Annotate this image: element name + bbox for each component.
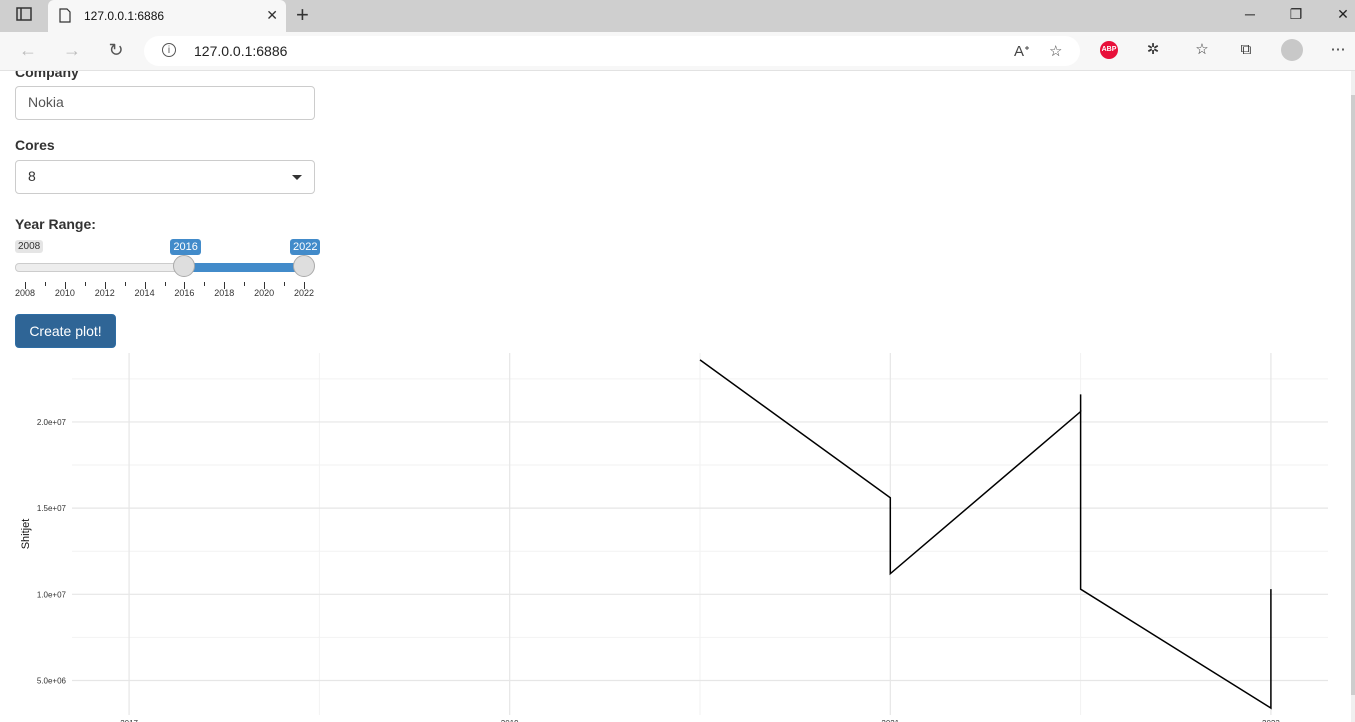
slider-tick-label: 2016 bbox=[174, 288, 195, 298]
slider-tick bbox=[124, 282, 126, 286]
add-favorite-icon[interactable]: ☆ bbox=[1049, 42, 1062, 60]
forward-icon[interactable]: → bbox=[61, 40, 83, 60]
sales-line-chart: 5.0e+061.0e+071.5e+072.0e+07201720192021… bbox=[20, 353, 1328, 722]
page-icon bbox=[59, 8, 71, 23]
browser-toolbar: ← → ↻ i 127.0.0.1:6886 Aᐩ ☆ ABP ✲ ☆ ⧉ ⋯ bbox=[0, 32, 1355, 71]
collections-icon[interactable]: ⧉ bbox=[1235, 39, 1257, 61]
series-line bbox=[699, 359, 1272, 710]
slider-tick-label: 2010 bbox=[54, 288, 75, 298]
company-label: Company bbox=[15, 71, 79, 80]
read-aloud-icon[interactable]: Aᐩ bbox=[1014, 42, 1030, 60]
slider-handle-from[interactable] bbox=[173, 255, 196, 277]
slider-min-label: 2008 bbox=[15, 240, 44, 253]
info-icon[interactable]: i bbox=[162, 43, 176, 57]
slider-tick-label: 2022 bbox=[293, 288, 315, 298]
slider-tick bbox=[84, 282, 86, 286]
cores-select[interactable]: 8 bbox=[15, 160, 315, 194]
scrollbar[interactable] bbox=[1351, 71, 1355, 722]
tab-actions-icon[interactable] bbox=[15, 7, 33, 25]
create-plot-button[interactable]: Create plot! bbox=[15, 314, 116, 348]
slider-tick-label: 2008 bbox=[14, 288, 36, 298]
year-range-slider[interactable]: 2008 2016 2022 2008 2010 2012 2014 2016 2018 2… bbox=[14, 236, 321, 306]
slider-tick-label: 2018 bbox=[214, 288, 235, 298]
slider-to-label: 2022 bbox=[290, 239, 321, 255]
minimize-icon[interactable]: ─ bbox=[1240, 6, 1260, 22]
slider-selected-bar[interactable] bbox=[184, 263, 304, 272]
slider-tick bbox=[284, 282, 286, 286]
y-tick-label: 2.0e+07 bbox=[37, 418, 67, 427]
y-tick-label: 1.5e+07 bbox=[37, 504, 67, 513]
slider-tick-label: 2012 bbox=[94, 288, 115, 298]
slider-from-label: 2016 bbox=[170, 239, 201, 255]
close-icon[interactable]: ✕ bbox=[266, 7, 278, 24]
tab-bar: 127.0.0.1:6886 ✕ + ─ ❐ ✕ bbox=[0, 0, 1355, 32]
favorites-icon[interactable]: ☆ bbox=[1191, 39, 1213, 61]
address-bar[interactable]: i 127.0.0.1:6886 Aᐩ ☆ bbox=[144, 36, 1080, 66]
refresh-icon[interactable]: ↻ bbox=[105, 40, 127, 60]
slider-tick-label: 2014 bbox=[134, 288, 155, 298]
restore-icon[interactable]: ❐ bbox=[1286, 6, 1306, 23]
adblock-icon[interactable]: ABP bbox=[1100, 41, 1118, 59]
scrollbar-thumb[interactable] bbox=[1351, 95, 1355, 695]
profile-icon[interactable] bbox=[1281, 39, 1303, 61]
chevron-down-icon bbox=[292, 175, 302, 180]
company-input[interactable]: Nokia bbox=[15, 86, 315, 120]
year-range-label: Year Range: bbox=[15, 216, 96, 232]
window-close-icon[interactable]: ✕ bbox=[1333, 6, 1353, 23]
slider-tick-label: 2020 bbox=[254, 288, 275, 298]
tab-title: 127.0.0.1:6886 bbox=[84, 9, 165, 23]
extensions-icon[interactable]: ✲ bbox=[1142, 39, 1164, 61]
cores-selected-value: 8 bbox=[28, 168, 36, 184]
more-icon[interactable]: ⋯ bbox=[1327, 39, 1349, 61]
slider-tick bbox=[204, 282, 206, 286]
browser-tab[interactable]: 127.0.0.1:6886 ✕ bbox=[48, 0, 286, 32]
url-text[interactable]: 127.0.0.1:6886 bbox=[194, 43, 287, 59]
new-tab-icon[interactable]: + bbox=[296, 4, 309, 26]
slider-tick bbox=[244, 282, 246, 286]
back-icon[interactable]: ← bbox=[17, 40, 39, 60]
slider-tick bbox=[44, 282, 46, 286]
slider-handle-to[interactable] bbox=[293, 255, 315, 277]
cores-label: Cores bbox=[15, 137, 55, 153]
slider-tick bbox=[164, 282, 166, 286]
y-tick-label: 1.0e+07 bbox=[37, 590, 67, 599]
y-axis-label: Shitjet bbox=[20, 519, 32, 550]
y-tick-label: 5.0e+06 bbox=[37, 677, 67, 686]
page-content: Company Nokia Cores 8 Year Range: 2008 2… bbox=[0, 71, 1351, 722]
